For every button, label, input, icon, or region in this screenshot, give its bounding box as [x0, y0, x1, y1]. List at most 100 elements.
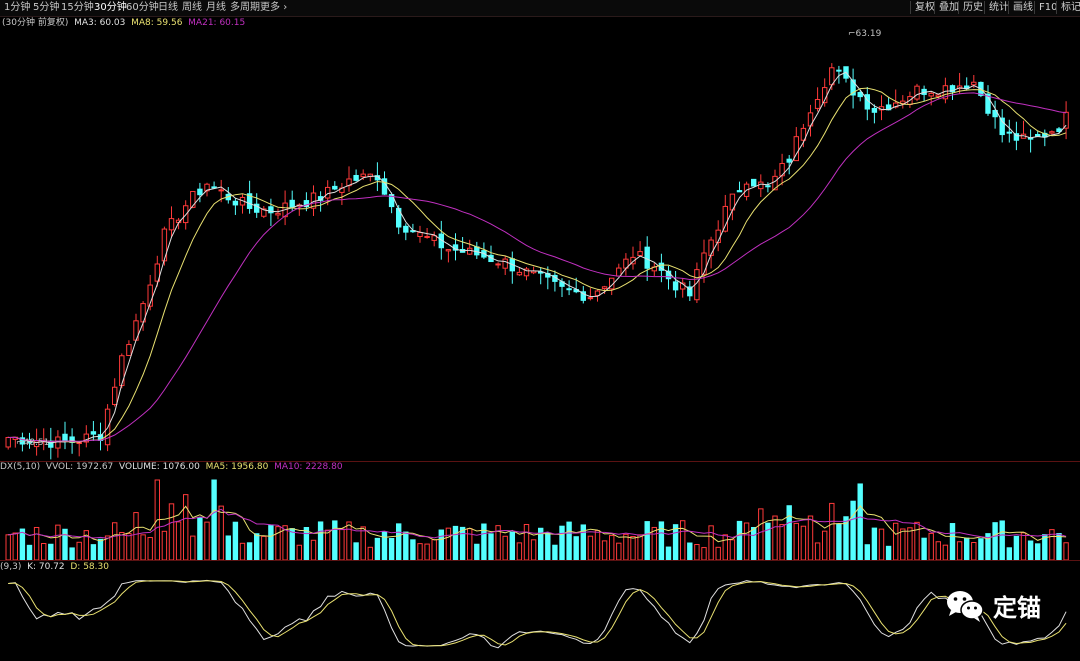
volume-bar — [729, 539, 736, 560]
candle — [388, 192, 395, 214]
candle — [800, 123, 807, 148]
volume-bar — [112, 522, 118, 560]
volume-bar — [289, 528, 295, 560]
kdj-d-line — [8, 580, 1067, 647]
wechat-icon — [945, 589, 985, 623]
volume-bar — [786, 505, 792, 560]
volume-bar — [736, 520, 743, 560]
history-button[interactable]: 历史 — [958, 1, 983, 14]
volume-indicator-label: DX(5,10) — [0, 462, 41, 472]
volume-bar — [431, 539, 437, 560]
ma8-label: MA8: 59.56 — [131, 18, 183, 28]
volume-bar — [672, 524, 679, 560]
volume-bar — [197, 516, 203, 560]
volume-bar — [751, 527, 757, 560]
candle-body — [1049, 131, 1055, 134]
volume-bar — [658, 521, 665, 560]
volume-bar — [445, 527, 452, 560]
stats-button[interactable]: 统计 — [984, 1, 1009, 14]
volume-bar — [275, 526, 281, 560]
volume-bar — [772, 515, 778, 560]
tab-60min[interactable]: 60分钟 — [126, 2, 159, 14]
candle-body — [424, 235, 430, 238]
candle — [680, 278, 686, 298]
timeframe-toolbar: 1分钟 5分钟 15分钟 30分钟 60分钟 日线 周线 月线 多周期 更多 ›… — [0, 0, 1080, 17]
volume-bar — [1056, 533, 1062, 560]
candle-body — [857, 92, 863, 98]
candle-body — [900, 100, 906, 104]
high-marker: ⌐ — [848, 29, 856, 39]
volume-bar — [388, 537, 395, 560]
volume-bar — [921, 537, 927, 560]
kdj-d-label: D: 58.30 — [70, 562, 109, 572]
volume-bar — [800, 525, 807, 560]
tab-daily[interactable]: 日线 — [158, 2, 178, 14]
candle — [1006, 119, 1012, 143]
volume-bar — [296, 544, 303, 560]
volume-bar — [303, 527, 310, 560]
volume-bar — [665, 546, 672, 560]
candle — [758, 174, 764, 197]
tab-monthly[interactable]: 月线 — [206, 2, 226, 14]
volume-bar — [175, 521, 182, 560]
volume-bar — [161, 530, 168, 560]
volume-bar — [481, 523, 487, 560]
volume-bar — [1020, 532, 1027, 560]
volume-bar — [459, 526, 466, 560]
volume-bar — [396, 523, 402, 560]
candle — [211, 181, 217, 189]
volume-bar — [346, 521, 352, 560]
tab-30min[interactable]: 30分钟 — [94, 2, 127, 14]
volume-bar — [850, 500, 856, 560]
candle-body — [758, 181, 764, 190]
volume-bar — [552, 544, 558, 560]
tab-more[interactable]: 更多 › — [260, 2, 287, 14]
kdj-chart[interactable] — [0, 572, 1080, 660]
candle-body — [587, 297, 594, 300]
kdj-indicator-label: (9,3) — [0, 562, 22, 572]
volume-bar — [417, 543, 423, 560]
candle-body — [417, 232, 423, 237]
volume-bar — [90, 544, 97, 560]
candle — [651, 262, 657, 277]
volume-bar — [864, 544, 870, 560]
volume-bar — [871, 527, 878, 560]
tab-weekly[interactable]: 周线 — [182, 2, 202, 14]
candle — [552, 270, 558, 292]
volume-bar — [381, 531, 388, 560]
tab-multi-period[interactable]: 多周期 — [230, 2, 260, 14]
candle-body — [786, 158, 792, 163]
kdj-k-line — [8, 579, 1067, 649]
candle-body — [360, 173, 366, 178]
mark-button[interactable]: 标记 — [1056, 1, 1080, 14]
watermark: 定锚 — [945, 588, 1041, 623]
volume-bar — [374, 537, 381, 560]
volume-bar — [708, 525, 714, 560]
f10-button[interactable]: F10 — [1034, 1, 1057, 14]
candle-body — [637, 251, 643, 256]
tab-1min[interactable]: 1分钟 — [4, 2, 30, 14]
volume-chart[interactable] — [0, 472, 1080, 560]
candle — [708, 236, 714, 269]
volume-bar — [5, 534, 11, 560]
candle-body — [914, 85, 920, 100]
overlay-button[interactable]: 叠加 — [934, 1, 959, 14]
volume-bar — [793, 522, 799, 560]
adjust-button[interactable]: 复权 — [910, 1, 935, 14]
volume-bar — [69, 547, 75, 560]
volume-bar — [360, 526, 366, 560]
candle — [431, 231, 437, 247]
volume-bar — [48, 543, 54, 560]
tab-5min[interactable]: 5分钟 — [33, 2, 59, 14]
volume-bar — [814, 542, 821, 560]
volume-bar — [183, 494, 189, 560]
candle-body — [5, 437, 11, 448]
candlestick-chart[interactable] — [0, 30, 1080, 462]
candle-body — [211, 186, 217, 189]
tab-15min[interactable]: 15分钟 — [61, 2, 94, 14]
draw-line-button[interactable]: 画线 — [1008, 1, 1033, 14]
volume-label: VOLUME: 1076.00 — [119, 462, 200, 472]
volume-bar — [126, 533, 132, 560]
candle — [268, 198, 274, 226]
volume-bar — [246, 542, 253, 560]
